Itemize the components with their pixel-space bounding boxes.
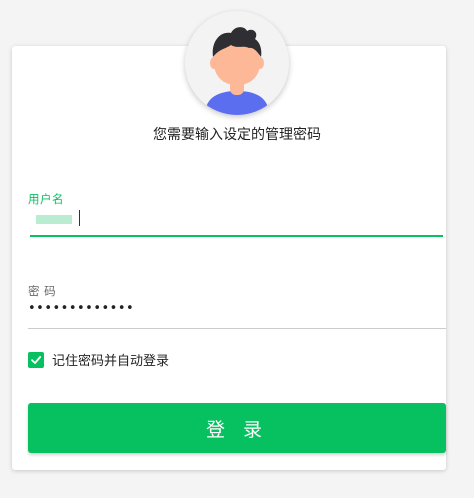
username-autofill-highlight: [36, 215, 72, 224]
username-label: 用户名: [28, 192, 64, 206]
password-input[interactable]: •••••••••••••: [28, 301, 444, 321]
check-icon: [31, 355, 42, 364]
username-underline: [30, 235, 443, 237]
user-avatar-icon: [185, 11, 289, 115]
password-label: 密 码: [28, 284, 57, 298]
prompt-text: 您需要输入设定的管理密码: [153, 127, 321, 143]
password-underline: [28, 328, 446, 329]
remember-checkbox[interactable]: [28, 351, 44, 368]
login-button[interactable]: 登 录: [28, 403, 446, 453]
remember-label: 记住密码并自动登录: [52, 354, 170, 369]
username-input[interactable]: [28, 208, 444, 230]
text-caret: [79, 210, 80, 226]
remember-checkbox-row[interactable]: 记住密码并自动登录: [28, 350, 169, 369]
